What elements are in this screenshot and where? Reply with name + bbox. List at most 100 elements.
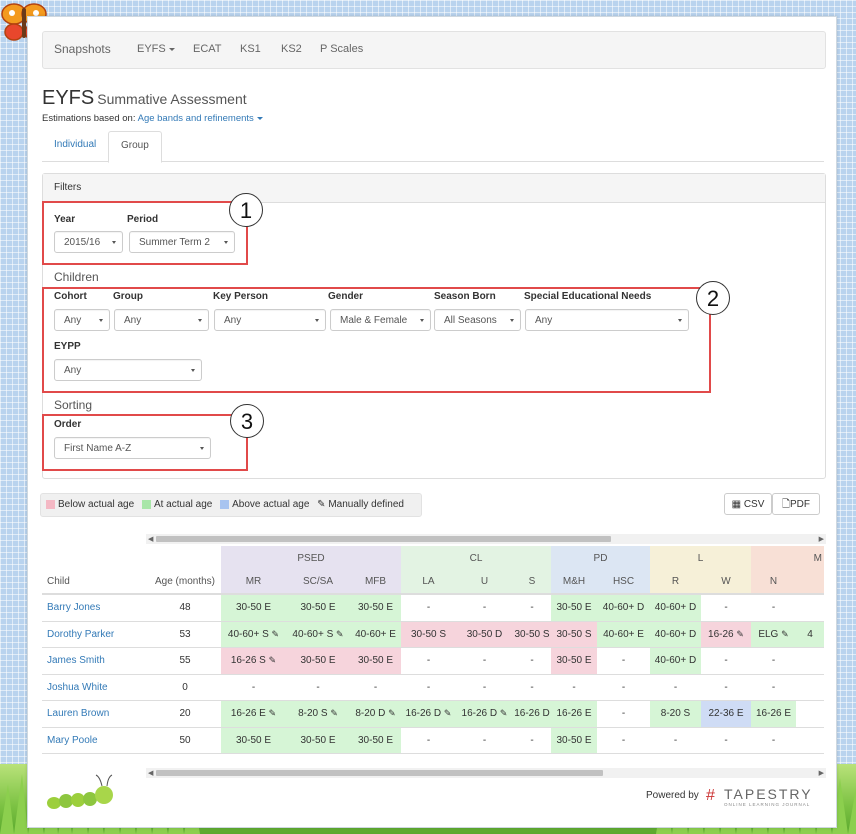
child-name[interactable]: Joshua White (47, 682, 108, 693)
grade-cell: - (286, 674, 350, 701)
grade-cell: - (221, 674, 286, 701)
col-mfb[interactable]: MFB (350, 570, 401, 595)
estimations-link-label: Age bands and refinements (137, 113, 254, 124)
nav-ecat[interactable]: ECAT (193, 43, 222, 55)
nav-ks1[interactable]: KS1 (240, 43, 261, 55)
below-swatch (46, 500, 55, 509)
grade-cell: 30-50 E (350, 594, 401, 622)
child-name-link[interactable]: Dorothy Parker (42, 621, 149, 648)
grade-cell: 8-20 S (650, 700, 701, 728)
col-w[interactable]: W (701, 570, 751, 595)
age-cell: 50 (149, 727, 221, 754)
child-name-link[interactable]: Mary Poole (42, 727, 149, 754)
scroll-left-icon[interactable]: ◀ (148, 535, 153, 543)
grade-value: 8-20 S (298, 708, 328, 720)
csv-button[interactable]: ▦ CSV (724, 493, 772, 515)
col-child[interactable]: Child (42, 570, 149, 595)
table-row: Mary Poole 50 30-50 E 30-50 E 30-50 E - … (42, 727, 824, 754)
grade-cell: 30-50 S (401, 621, 456, 648)
grade-cell: - (597, 647, 650, 675)
tapestry-logo[interactable]: # TAPESTRY ONLINE LEARNING JOURNAL (706, 785, 816, 809)
tapestry-brand-sub: ONLINE LEARNING JOURNAL (724, 802, 811, 807)
pdf-button[interactable]: 🗋PDF (772, 493, 820, 515)
highlight-box-children (42, 287, 711, 393)
col-n[interactable]: N (751, 570, 796, 595)
group-l: L (650, 546, 751, 570)
grade-cell: - (350, 674, 401, 701)
group-psed: PSED (221, 546, 401, 570)
age-cell: 20 (149, 700, 221, 728)
grade-cell-partial (796, 727, 824, 754)
children-heading: Children (54, 270, 99, 284)
child-name[interactable]: Barry Jones (47, 602, 100, 613)
legend-above: Above actual age (232, 499, 310, 510)
col-age[interactable]: Age (months) (149, 570, 221, 595)
grade-cell: 16-26 D ✎ (401, 700, 456, 728)
estimations-dropdown[interactable]: Age bands and refinements (138, 113, 263, 124)
grade-cell: 40-60+ D (650, 594, 701, 622)
col-mh[interactable]: M&H (551, 570, 597, 595)
tab-individual[interactable]: Individual (42, 131, 108, 160)
grade-cell: 40-60+ S ✎ (286, 621, 350, 648)
col-partial (796, 570, 824, 595)
grade-cell: 30-50 E (350, 727, 401, 754)
grade-cell: - (513, 594, 551, 622)
child-name[interactable]: Dorothy Parker (47, 629, 114, 640)
scrollbar-thumb[interactable] (156, 770, 603, 776)
pencil-icon: ✎ (499, 708, 508, 719)
child-name-link[interactable]: Joshua White (42, 674, 149, 701)
col-hsc[interactable]: HSC (597, 570, 650, 595)
highlight-box-period (42, 201, 248, 265)
scrollbar-thumb[interactable] (156, 536, 611, 542)
grade-cell: - (401, 594, 456, 622)
col-u[interactable]: U (456, 570, 513, 595)
child-name-link[interactable]: Barry Jones (42, 594, 149, 622)
grade-cell: - (401, 727, 456, 754)
pencil-icon: ✎ (443, 708, 452, 719)
group-m: M (751, 546, 824, 570)
scroll-right-icon[interactable]: ▶ (819, 535, 824, 543)
col-la[interactable]: LA (401, 570, 456, 595)
col-r[interactable]: R (650, 570, 701, 595)
nav-snapshots[interactable]: Snapshots (54, 42, 111, 56)
grade-cell: 22-36 E (701, 700, 751, 728)
top-scrollbar[interactable]: ◀ ▶ (146, 534, 826, 544)
nav-ks2[interactable]: KS2 (281, 43, 302, 55)
child-name-link[interactable]: James Smith (42, 647, 149, 675)
child-name[interactable]: Mary Poole (47, 735, 98, 746)
table-row: Barry Jones 48 30-50 E 30-50 E 30-50 E -… (42, 594, 824, 622)
callout-3: 3 (230, 404, 264, 438)
child-name[interactable]: James Smith (47, 655, 105, 666)
nav-p-scales[interactable]: P Scales (320, 43, 363, 55)
grade-cell: - (551, 674, 597, 701)
legend-below: Below actual age (58, 499, 135, 510)
grade-cell: 8-20 D ✎ (350, 700, 401, 728)
file-icon: 🗋 (781, 499, 791, 510)
child-name-link[interactable]: Lauren Brown (42, 700, 149, 728)
col-s[interactable]: S (513, 570, 551, 595)
child-name[interactable]: Lauren Brown (47, 708, 109, 719)
nav-eyfs-dropdown[interactable]: EYFS (137, 43, 175, 55)
grade-cell: 16-26 E (551, 700, 597, 728)
grade-cell: 30-50 S (551, 621, 597, 648)
col-mr[interactable]: MR (221, 570, 286, 595)
grade-cell: - (701, 674, 751, 701)
grade-cell: 8-20 S ✎ (286, 700, 350, 728)
col-scsa[interactable]: SC/SA (286, 570, 350, 595)
grade-cell: 40-60+ E (597, 621, 650, 648)
bottom-scrollbar[interactable]: ◀ ▶ (146, 768, 826, 778)
grade-cell: - (751, 674, 796, 701)
scroll-right-icon[interactable]: ▶ (819, 769, 824, 777)
table-row: Dorothy Parker 53 40-60+ S ✎ 40-60+ S ✎ … (42, 621, 824, 648)
filters-heading: Filters (43, 174, 825, 203)
tab-group[interactable]: Group (108, 131, 162, 163)
chevron-down-icon (256, 116, 263, 120)
column-header-row: Child Age (months) MR SC/SA MFB LA U S M… (42, 570, 824, 595)
grade-cell: - (597, 727, 650, 754)
scroll-left-icon[interactable]: ◀ (148, 769, 153, 777)
grade-value: 8-20 D (355, 708, 386, 720)
powered-by-text: Powered by (646, 790, 699, 801)
pencil-icon: ✎ (268, 655, 277, 666)
grade-cell-partial (796, 594, 824, 622)
grade-cell: 40-60+ D (597, 594, 650, 622)
